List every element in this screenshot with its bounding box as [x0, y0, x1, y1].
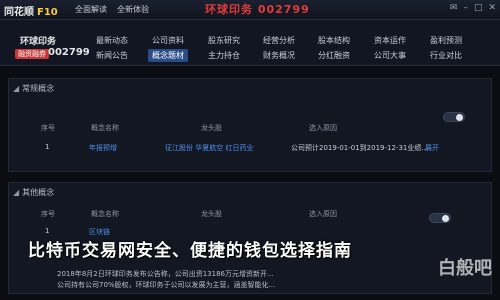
concept-link[interactable]: 年报预增: [89, 143, 117, 153]
mail-icon[interactable]: ✉: [450, 3, 458, 13]
col-reason: 选入原因: [309, 210, 337, 218]
tab-dividends[interactable]: 分红融资: [318, 50, 350, 61]
stock-name: 环球印务: [20, 37, 57, 47]
collapse-caret-icon[interactable]: ◢: [13, 188, 19, 197]
window-title: 环球印务 002799: [205, 3, 310, 16]
site-watermark: 白般吧: [438, 258, 492, 279]
col-reason: 选入原因: [309, 124, 337, 132]
tab-announcements[interactable]: 新闻公告: [96, 50, 128, 61]
regular-concepts-panel: ◢ 常规概念 序号 概念名称 龙头股 选入原因 1 年报预增 征江股份 华夏航空 …: [8, 78, 492, 172]
other-concepts-label: 其他概念: [22, 188, 55, 197]
tab-operations[interactable]: 经营分析: [263, 35, 295, 46]
stock-code: 002799: [48, 47, 90, 58]
tab-latest-news[interactable]: 最新动态: [96, 35, 128, 46]
regular-concepts-toggle[interactable]: [443, 112, 465, 122]
title-bar: 同花顺 F10 全面解读 全新体验 环球印务 002799 ✉ – □ ✕: [0, 0, 500, 20]
other-concepts-title: ◢ 其他概念: [13, 187, 54, 198]
row-index: 1: [45, 143, 50, 151]
tab-company-profile[interactable]: 公司资料: [152, 35, 184, 46]
col-concept-name: 概念名称: [91, 210, 119, 218]
row-index: 1: [45, 227, 50, 235]
collapse-caret-icon[interactable]: ◢: [13, 84, 19, 93]
window-controls: ✉ – □ ✕: [450, 3, 496, 13]
col-leaders: 龙头股: [201, 210, 222, 218]
col-leaders: 龙头股: [201, 124, 222, 132]
top-menu: 全面解读 全新体验: [75, 4, 149, 15]
col-index: 序号: [41, 210, 55, 218]
maximize-icon[interactable]: □: [474, 3, 483, 13]
col-index: 序号: [41, 124, 55, 132]
menu-item-full-read[interactable]: 全面解读: [75, 4, 107, 15]
row-reason: 公司预计2019-01-01到2019-12-31业绩...: [291, 144, 429, 152]
regular-concepts-title: ◢ 常规概念: [13, 83, 54, 94]
news-line: 公司持有公司70%股权，环球印务于公司以发展为主营，涵盖智能化...: [57, 281, 276, 289]
tab-financial-overview[interactable]: 财务概况: [263, 50, 295, 61]
tab-company-events[interactable]: 公司大事: [374, 50, 406, 61]
other-concepts-toggle[interactable]: [429, 213, 451, 223]
tab-share-structure[interactable]: 股本结构: [318, 35, 350, 46]
tab-shareholders[interactable]: 股东研究: [208, 35, 240, 46]
tab-capital-ops[interactable]: 资本运作: [374, 35, 406, 46]
overlay-headline: 比特币交易网安全、便捷的钱包选择指南: [28, 241, 352, 261]
news-line: 2018年8月2日环球印务发布公告称，公司出资13186万元增资新开...: [57, 270, 274, 278]
tab-industry-compare[interactable]: 行业对比: [430, 50, 462, 61]
tab-forecast[interactable]: 盈利预测: [430, 35, 462, 46]
tab-concepts[interactable]: 概念题材: [148, 49, 188, 62]
close-icon[interactable]: ✕: [488, 3, 496, 13]
brand-name: 同花顺: [4, 7, 34, 18]
stock-nav: 环球印务 融资融券 002799 最新动态 公司资料 股东研究 经营分析 股本结…: [0, 20, 500, 66]
menu-item-new-experience[interactable]: 全新体验: [117, 4, 149, 15]
expand-link[interactable]: 展开: [425, 143, 439, 153]
brand-version: F10: [37, 7, 58, 18]
minimize-icon[interactable]: –: [463, 3, 468, 13]
tab-main-holdings[interactable]: 主力持仓: [208, 50, 240, 61]
col-concept-name: 概念名称: [91, 124, 119, 132]
margin-trading-badge: 融资融券: [15, 49, 49, 59]
app-logo: 同花顺 F10: [4, 3, 58, 18]
regular-concepts-label: 常规概念: [22, 84, 55, 93]
leader-stocks[interactable]: 征江股份 华夏航空 红日药业: [165, 143, 253, 153]
